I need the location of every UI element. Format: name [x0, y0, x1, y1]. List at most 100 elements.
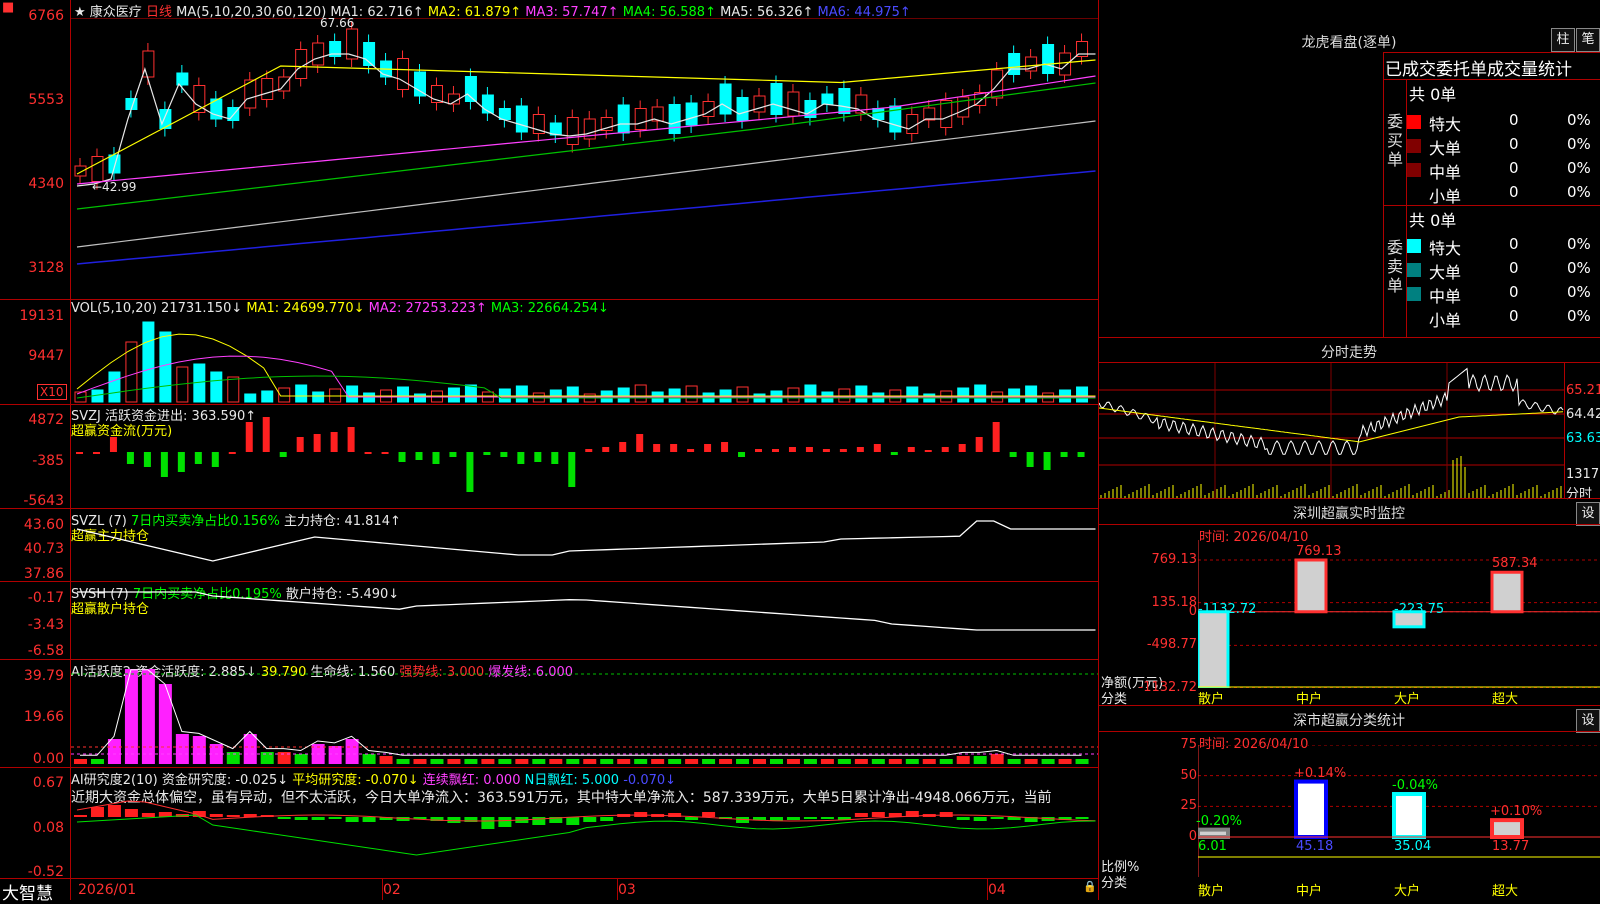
- volume-bar: [685, 385, 698, 403]
- ai-active-bar: [803, 759, 817, 764]
- sell-count: 共 0单: [1409, 211, 1457, 230]
- svzj-chart[interactable]: [71, 405, 1098, 508]
- ai-active-bar: [1024, 759, 1038, 764]
- ai-active-chart[interactable]: [71, 660, 1098, 767]
- ai-research-label4: N日飘红: 5.000: [524, 773, 620, 788]
- sz-value-label: -1132.72: [1198, 601, 1257, 617]
- sell-row-count: 0: [1509, 259, 1519, 277]
- star-icon[interactable]: ★: [74, 5, 86, 20]
- cls-value-label: 6.01: [1198, 839, 1227, 854]
- sz-monitor-settings-button[interactable]: 设: [1576, 502, 1600, 526]
- candle-body: [821, 93, 834, 105]
- cls-category-label[interactable]: 中户: [1296, 880, 1322, 899]
- svzj-bar: [619, 442, 627, 452]
- cls-change-label: -0.20%: [1196, 813, 1242, 829]
- svzj-bar: [653, 444, 661, 452]
- buy-color-swatch: [1407, 187, 1421, 201]
- svzj-bar: [449, 452, 457, 457]
- lock-icon[interactable]: 🔒: [1083, 880, 1097, 893]
- svzj-bar: [1043, 452, 1051, 470]
- ai-active-bar: [668, 759, 682, 764]
- sz-category-label[interactable]: 超大: [1492, 688, 1518, 707]
- sz-category-label[interactable]: 中户: [1296, 688, 1322, 707]
- volume-bar: [397, 386, 410, 403]
- candle-body: [668, 104, 681, 134]
- svzj-bar: [415, 452, 423, 460]
- svzj-bar: [907, 447, 915, 452]
- ai-active-bar: [583, 759, 597, 764]
- ai-research-bar: [753, 817, 767, 820]
- ai-active-bar: [158, 684, 172, 764]
- ai-active-bar: [549, 759, 563, 764]
- candle-body: [719, 83, 732, 115]
- ai-active-bar: [634, 759, 648, 764]
- volume-bar: [346, 385, 359, 403]
- svzj-bar: [975, 437, 983, 452]
- buy-row-count: 0: [1509, 183, 1519, 201]
- svsh-axis-label: -3.43: [27, 617, 64, 633]
- volume-chart[interactable]: [71, 314, 1098, 403]
- intraday-chart[interactable]: [1099, 363, 1564, 498]
- ai-research-bar: [447, 817, 461, 823]
- svzj-bar: [1060, 452, 1068, 457]
- volume-bar: [227, 376, 240, 403]
- candle-body: [736, 97, 749, 121]
- ai-research-bar: [277, 817, 291, 819]
- svzj-bar: [126, 452, 134, 464]
- period-label[interactable]: 日线: [146, 5, 172, 20]
- cls-category-label[interactable]: 超大: [1492, 880, 1518, 899]
- cls-value-label: 45.18: [1296, 839, 1334, 854]
- intraday-volume-label: 1317: [1566, 467, 1600, 482]
- sell-color-swatch: [1407, 263, 1421, 277]
- bar-view-button[interactable]: 柱: [1551, 28, 1575, 52]
- cls-category-label[interactable]: 大户: [1394, 880, 1420, 899]
- svzj-bar: [194, 452, 202, 464]
- sz-class-settings-button[interactable]: 设: [1576, 709, 1600, 733]
- svzj-bar: [211, 452, 219, 467]
- settings-icon[interactable]: ■: [2, 0, 14, 15]
- sell-row-label: 小单: [1429, 311, 1462, 330]
- ai-active-bar: [124, 669, 138, 764]
- svzj-bar: [958, 444, 966, 452]
- cls-bar: [1490, 818, 1524, 840]
- ai-research-bar: [973, 817, 987, 821]
- svzj-bar: [534, 452, 542, 462]
- ai-research-axis-label: -0.52: [27, 864, 64, 880]
- vol-axis-label: 9447: [28, 348, 64, 364]
- right-panel: 龙虎看盘(逐单) 柱 笔 已成交委托单成交量统计 共 0单 委买单 共 0单 委…: [1099, 0, 1600, 900]
- volume-bar: [159, 331, 172, 403]
- buy-row-count: 0: [1509, 159, 1519, 177]
- ai-research-label5: -0.070↓: [623, 773, 677, 788]
- volume-bar: [515, 385, 528, 403]
- svzj-bar: [228, 452, 236, 454]
- svzj-axis-label: -385: [32, 453, 64, 469]
- ai-research-bar: [90, 807, 104, 817]
- vol-unit: X10: [37, 384, 67, 400]
- svzj-bar: [262, 417, 270, 452]
- svsh-chart[interactable]: [71, 582, 1098, 658]
- buy-row-count: 0: [1509, 135, 1519, 153]
- time-axis-label: 02: [383, 882, 401, 898]
- candlestick-chart[interactable]: [71, 19, 1098, 299]
- sz-category-label[interactable]: 大户: [1394, 688, 1420, 707]
- price-axis-label: 5553: [28, 92, 64, 108]
- candle-body: [923, 107, 936, 121]
- ai-active-bar: [481, 759, 495, 764]
- dragon-tiger-tabs[interactable]: 已成交委托单成交量统计: [1385, 55, 1599, 80]
- volume-bar: [1076, 386, 1089, 403]
- ai-research-chart[interactable]: [71, 800, 1098, 877]
- cls-y-caption: 分类: [1101, 876, 1128, 891]
- sz-category-label[interactable]: 散户: [1198, 688, 1224, 707]
- ai-active-bar: [786, 759, 800, 764]
- buy-row-pct: 0%: [1567, 159, 1591, 177]
- line-view-button[interactable]: 笔: [1576, 28, 1600, 52]
- ai-active-bar: [1007, 759, 1021, 764]
- svzl-chart[interactable]: [71, 509, 1098, 581]
- main-chart-area[interactable]: 6766 5553 4340 3128 ■ ★ 康众医疗 日线 MA(5,10,…: [0, 0, 1100, 904]
- ai-active-bar: [685, 759, 699, 764]
- buy-row-label: 中单: [1429, 163, 1462, 182]
- cls-category-label[interactable]: 散户: [1198, 880, 1224, 899]
- ai-research-bar: [956, 817, 970, 820]
- candle-body: [634, 108, 647, 130]
- ai-research-label3: 连续飘红: 0.000: [422, 773, 521, 788]
